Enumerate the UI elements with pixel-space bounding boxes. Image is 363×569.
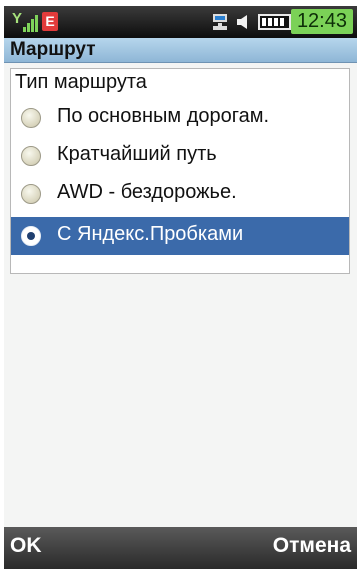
screenshot-frame: Y E 12:43 Маршрут Тип маршрута По основн…: [0, 0, 363, 569]
route-option-yandex-traffic[interactable]: С Яндекс.Пробками: [11, 217, 349, 255]
route-option-label: Кратчайший путь: [57, 143, 217, 165]
phone-screen: Y E 12:43 Маршрут Тип маршрута По основн…: [4, 6, 357, 569]
radio-button-icon[interactable]: [21, 184, 41, 204]
signal-icon: Y: [12, 10, 40, 32]
softkey-bar: OK Отмена: [4, 527, 357, 569]
route-option-label: С Яндекс.Пробками: [57, 223, 244, 245]
radio-button-selected-icon[interactable]: [21, 226, 41, 246]
route-type-heading: Тип маршрута: [15, 71, 147, 93]
status-bar: Y E 12:43: [4, 6, 357, 38]
radio-button-icon[interactable]: [21, 146, 41, 166]
network-type-badge: E: [42, 12, 58, 31]
route-option-shortest[interactable]: Кратчайший путь: [11, 137, 349, 175]
cancel-softkey[interactable]: Отмена: [273, 534, 351, 558]
title-bar: Маршрут: [4, 38, 357, 63]
route-option-main-roads[interactable]: По основным дорогам.: [11, 99, 349, 137]
clock-time: 12:43: [290, 9, 353, 34]
route-type-panel: Тип маршрута По основным дорогам. Кратча…: [10, 68, 350, 274]
page-title: Маршрут: [10, 39, 96, 60]
battery-icon: [258, 14, 295, 30]
radio-button-icon[interactable]: [21, 108, 41, 128]
ok-softkey[interactable]: OK: [10, 534, 42, 558]
route-option-label: По основным дорогам.: [57, 105, 270, 127]
signal-antenna-glyph: Y: [12, 10, 23, 27]
route-option-offroad[interactable]: AWD - бездорожье.: [11, 175, 349, 213]
speaker-icon: [237, 15, 247, 29]
route-option-label: AWD - бездорожье.: [57, 181, 237, 203]
network-icon: [213, 14, 227, 30]
